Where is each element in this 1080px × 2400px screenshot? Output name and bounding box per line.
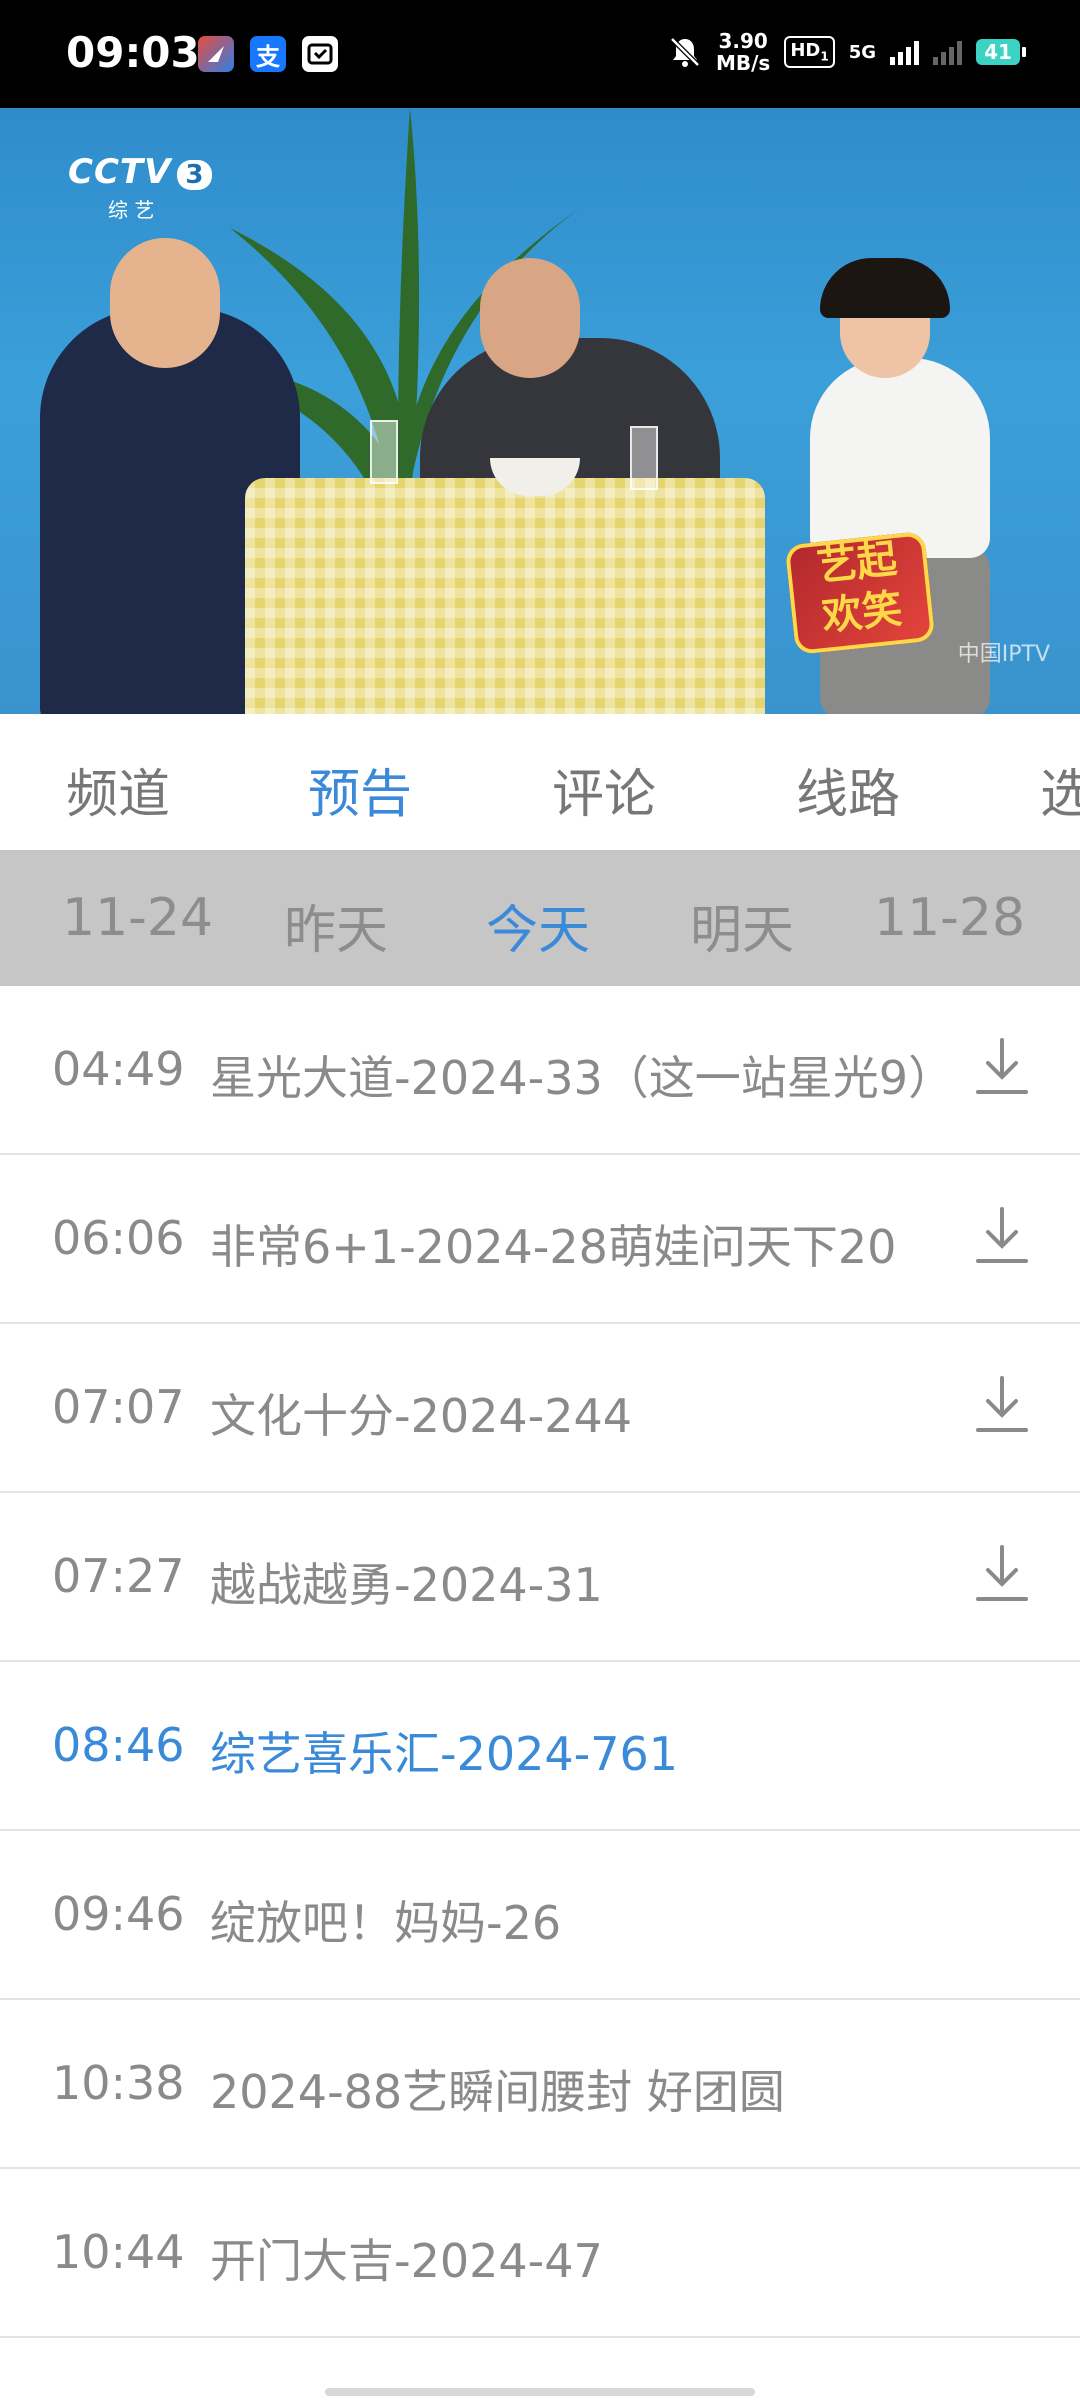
tab-channels[interactable]: 频道 (66, 752, 170, 827)
program-title: 开门大吉-2024-47 (210, 2234, 603, 2288)
hd-sub: 1 (820, 49, 829, 64)
tab-select[interactable]: 选 (1040, 752, 1080, 827)
glass (630, 426, 658, 490)
wallet-app-icon (302, 36, 338, 72)
channel-number: 3 (177, 160, 212, 190)
video-player[interactable]: CCTV 3 综 艺 艺起 欢笑 中国IPTV (0, 108, 1080, 714)
program-time: 09:46 (52, 1887, 185, 1941)
status-bar: 09:03 支 3.90 MB/s HD1 5G 41 (0, 0, 1080, 108)
home-indicator[interactable] (325, 2388, 755, 2396)
watermark: 中国IPTV (957, 642, 1050, 667)
browser-app-icon (198, 36, 234, 72)
program-row[interactable]: 10:44 开门大吉-2024-47 (0, 2169, 1080, 2338)
table (245, 478, 765, 714)
program-title: 2024-88艺瞬间腰封 好团圆 (210, 2065, 785, 2119)
program-time: 10:44 (52, 2225, 185, 2279)
program-row[interactable]: 07:07 文化十分-2024-244 (0, 1324, 1080, 1493)
performer-center-head (480, 258, 580, 378)
signal-icon-secondary (933, 39, 962, 65)
channel-name: 综 艺 (108, 198, 155, 222)
battery-icon: 41 (976, 39, 1026, 65)
status-time: 09:03 (66, 28, 200, 77)
download-icon[interactable] (974, 1374, 1030, 1436)
tab-routes[interactable]: 线路 (796, 752, 900, 827)
program-title: 文化十分-2024-244 (210, 1389, 633, 1443)
download-icon[interactable] (974, 1036, 1030, 1098)
notification-icons: 支 (198, 36, 338, 72)
performer-right (810, 358, 990, 558)
program-time: 07:07 (52, 1380, 185, 1434)
program-title: 星光大道-2024-33（这一站星光9） (210, 1051, 955, 1105)
program-row[interactable]: 07:27 越战越勇-2024-31 (0, 1493, 1080, 1662)
download-icon[interactable] (974, 1205, 1030, 1267)
program-row-current[interactable]: 08:46 综艺喜乐汇-2024-761 (0, 1662, 1080, 1831)
program-row[interactable]: 06:06 非常6+1-2024-28萌娃问天下20 (0, 1155, 1080, 1324)
network-speed: 3.90 MB/s (716, 30, 770, 74)
program-row[interactable]: 04:49 星光大道-2024-33（这一站星光9） (0, 986, 1080, 1155)
program-row[interactable]: 09:46 绽放吧！妈妈-26 (0, 1831, 1080, 2000)
performer-right-hair (820, 258, 950, 318)
program-time: 07:27 (52, 1549, 185, 1603)
program-title: 综艺喜乐汇-2024-761 (210, 1727, 679, 1781)
channel-logo-text: CCTV (68, 152, 172, 192)
program-list: 04:49 星光大道-2024-33（这一站星光9） 06:06 非常6+1-2… (0, 986, 1080, 2338)
program-time: 08:46 (52, 1718, 185, 1772)
download-icon[interactable] (974, 1543, 1030, 1605)
program-row[interactable]: 10:38 2024-88艺瞬间腰封 好团圆 (0, 2000, 1080, 2169)
date-yesterday[interactable]: 昨天 (284, 888, 388, 963)
program-title: 非常6+1-2024-28萌娃问天下20 (210, 1220, 897, 1274)
alipay-app-icon: 支 (250, 36, 286, 72)
hd-label: HD (790, 40, 821, 62)
program-time: 06:06 (52, 1211, 185, 1265)
program-time: 10:38 (52, 2056, 185, 2110)
tab-bar: 频道 预告 评论 线路 选 (0, 714, 1080, 850)
hd-voice-icon: HD1 (784, 36, 835, 68)
network-type: 5G (848, 41, 876, 63)
date-today[interactable]: 今天 (486, 888, 590, 963)
signal-icon (890, 39, 919, 65)
channel-logo: CCTV 3 综 艺 (68, 152, 212, 223)
glass (370, 420, 398, 484)
program-time: 04:49 (52, 1042, 185, 1096)
net-speed-value: 3.90 (718, 29, 768, 53)
tab-comments[interactable]: 评论 (552, 752, 656, 827)
date-tomorrow[interactable]: 明天 (690, 888, 794, 963)
date-11-28[interactable]: 11-28 (874, 888, 1025, 948)
status-right: 3.90 MB/s HD1 5G 41 (668, 30, 1026, 74)
battery-level: 41 (984, 40, 1012, 64)
tab-schedule[interactable]: 预告 (308, 752, 412, 827)
mute-icon (670, 37, 700, 67)
date-11-24[interactable]: 11-24 (62, 888, 213, 948)
program-title: 越战越勇-2024-31 (210, 1558, 603, 1612)
net-speed-unit: MB/s (715, 51, 771, 75)
program-title: 绽放吧！妈妈-26 (210, 1896, 562, 1950)
performer-left-head (110, 238, 220, 368)
show-logo: 艺起 欢笑 (784, 530, 936, 656)
date-selector: 11-24 昨天 今天 明天 11-28 (0, 850, 1080, 986)
